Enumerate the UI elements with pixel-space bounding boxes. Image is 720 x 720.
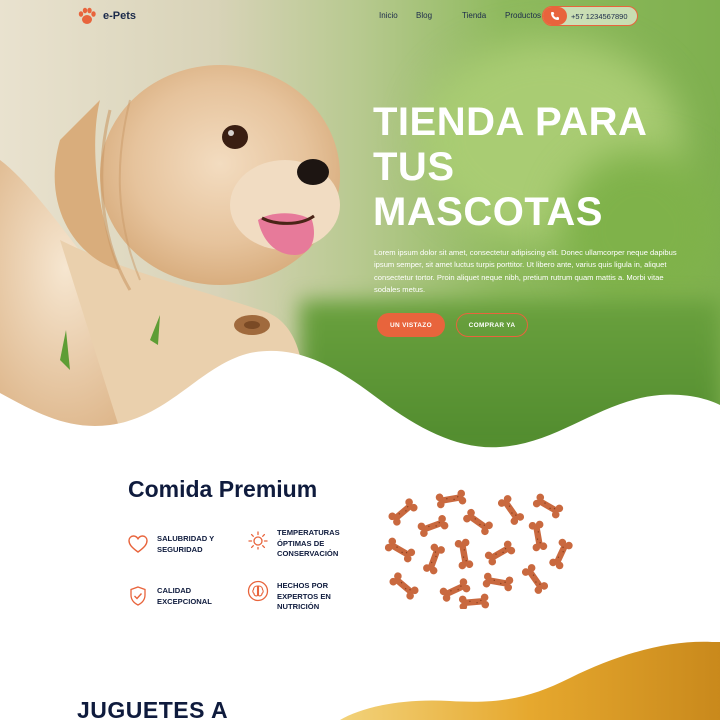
hero-description: Lorem ipsum dolor sit amet, consectetur … bbox=[374, 248, 677, 295]
un-vistazo-button[interactable]: UN VISTAZO bbox=[377, 313, 445, 337]
nav-link-tienda[interactable]: Tienda bbox=[462, 11, 505, 20]
phone-button[interactable]: +57 1234567890 bbox=[542, 6, 638, 26]
feature-label: HECHOS POR EXPERTOS EN NUTRICIÓN bbox=[277, 581, 331, 612]
heart-icon bbox=[128, 535, 148, 553]
feature-calidad: CALIDAD EXCEPCIONAL bbox=[127, 585, 229, 607]
shield-check-icon bbox=[130, 586, 146, 606]
main-nav: Inicio Blog Tienda Productos bbox=[379, 11, 541, 20]
logo-text: e-Pets bbox=[103, 10, 137, 22]
feature-label: SALUBRIDAD Y SEGURIDAD bbox=[157, 534, 215, 554]
phone-number: +57 1234567890 bbox=[571, 11, 628, 21]
paw-icon bbox=[78, 7, 96, 24]
nav-link-productos[interactable]: Productos bbox=[505, 11, 541, 20]
phone-icon bbox=[543, 7, 567, 25]
sun-icon bbox=[248, 531, 268, 550]
premium-title: Comida Premium bbox=[128, 476, 318, 502]
hero-wave bbox=[0, 350, 720, 455]
feature-label: CALIDAD EXCEPCIONAL bbox=[157, 586, 212, 606]
feature-salubridad: SALUBRIDAD Y SEGURIDAD bbox=[127, 533, 229, 555]
bone-treats-image bbox=[383, 489, 574, 609]
nav-link-blog[interactable]: Blog bbox=[416, 11, 462, 20]
nav-link-inicio[interactable]: Inicio bbox=[379, 11, 416, 20]
brain-icon bbox=[247, 580, 269, 602]
comprar-ya-button[interactable]: COMPRAR YA bbox=[456, 313, 528, 337]
feature-temperaturas: TEMPERATURAS ÓPTIMAS DE CONSERVACIÓN bbox=[247, 528, 357, 560]
feature-label: TEMPERATURAS ÓPTIMAS DE CONSERVACIÓN bbox=[277, 528, 340, 559]
feature-expertos: HECHOS POR EXPERTOS EN NUTRICIÓN bbox=[247, 580, 357, 613]
toys-wave bbox=[340, 641, 720, 720]
logo[interactable]: e-Pets bbox=[77, 7, 136, 25]
toys-title: JUGUETES A bbox=[77, 697, 229, 720]
site-header: e-Pets Inicio Blog Tienda Productos +57 … bbox=[0, 0, 720, 34]
hero-title: TIENDA PARA TUS MASCOTAS bbox=[373, 100, 646, 234]
